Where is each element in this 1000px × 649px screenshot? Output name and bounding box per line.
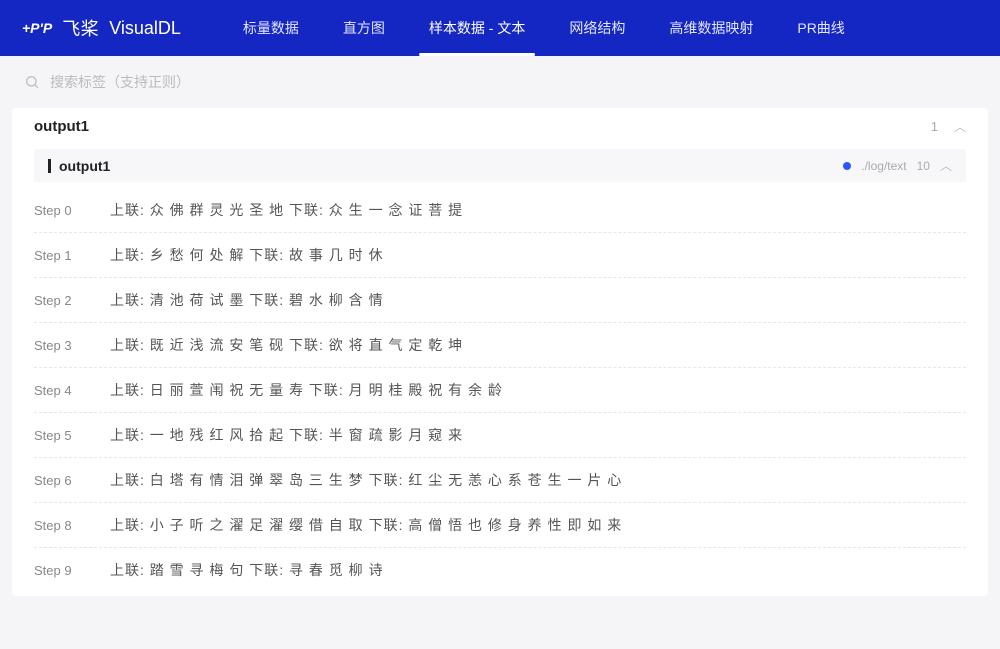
nav-items: 标量数据 直方图 样本数据 - 文本 网络结构 高维数据映射 PR曲线	[221, 0, 867, 56]
step-text: 上联: 日 丽 萱 闱 祝 无 量 寿 下联: 月 明 桂 殿 祝 有 余 龄	[110, 380, 503, 400]
step-label: Step 2	[34, 293, 82, 308]
panel-title: output1	[34, 118, 89, 135]
step-row: Step 3 上联: 既 近 浅 流 安 笔 砚 下联: 欲 将 直 气 定 乾…	[34, 323, 966, 368]
step-label: Step 0	[34, 203, 82, 218]
step-label: Step 6	[34, 473, 82, 488]
step-text: 上联: 清 池 荷 试 墨 下联: 碧 水 柳 含 情	[110, 290, 384, 310]
brand-block: +P'P 飞桨 VisualDL	[22, 15, 181, 41]
step-label: Step 5	[34, 428, 82, 443]
panel-header: output1 1 ︿	[12, 108, 988, 145]
subheader-index: 10	[917, 159, 930, 173]
nav-histogram[interactable]: 直方图	[321, 0, 407, 56]
step-row: Step 0 上联: 众 佛 群 灵 光 圣 地 下联: 众 生 一 念 证 菩…	[34, 188, 966, 233]
step-text: 上联: 一 地 残 红 风 拾 起 下联: 半 窗 疏 影 月 窥 来	[110, 425, 463, 445]
output-panel: output1 1 ︿ output1 ./log/text 10 ︿ Step…	[12, 108, 988, 596]
step-row: Step 1 上联: 乡 愁 何 处 解 下联: 故 事 几 时 休	[34, 233, 966, 278]
step-text: 上联: 白 塔 有 情 泪 弹 翠 岛 三 生 梦 下联: 红 尘 无 恙 心 …	[110, 470, 622, 490]
step-label: Step 8	[34, 518, 82, 533]
top-nav: +P'P 飞桨 VisualDL 标量数据 直方图 样本数据 - 文本 网络结构…	[0, 0, 1000, 56]
subheader-right: ./log/text 10 ︿	[843, 157, 952, 174]
nav-pr-curve[interactable]: PR曲线	[775, 0, 866, 56]
search-bar	[0, 56, 1000, 98]
step-row: Step 5 上联: 一 地 残 红 风 拾 起 下联: 半 窗 疏 影 月 窥…	[34, 413, 966, 458]
nav-graph[interactable]: 网络结构	[547, 0, 647, 56]
subheader-left: output1	[48, 158, 110, 174]
search-icon	[24, 74, 40, 90]
panel-count: 1	[931, 119, 938, 134]
step-label: Step 3	[34, 338, 82, 353]
panel-subheader: output1 ./log/text 10 ︿	[34, 149, 966, 182]
step-row: Step 2 上联: 清 池 荷 试 墨 下联: 碧 水 柳 含 情	[34, 278, 966, 323]
step-text: 上联: 乡 愁 何 处 解 下联: 故 事 几 时 休	[110, 245, 384, 265]
status-dot-icon	[843, 162, 851, 170]
step-label: Step 9	[34, 563, 82, 578]
subheader-path: ./log/text	[861, 159, 906, 173]
step-label: Step 4	[34, 383, 82, 398]
step-text: 上联: 众 佛 群 灵 光 圣 地 下联: 众 生 一 念 证 菩 提	[110, 200, 463, 220]
search-input[interactable]	[50, 74, 976, 90]
step-row: Step 9 上联: 踏 雪 寻 梅 句 下联: 寻 春 觅 柳 诗	[34, 548, 966, 592]
brand-app: VisualDL	[109, 18, 181, 39]
step-row: Step 6 上联: 白 塔 有 情 泪 弹 翠 岛 三 生 梦 下联: 红 尘…	[34, 458, 966, 503]
step-text: 上联: 既 近 浅 流 安 笔 砚 下联: 欲 将 直 气 定 乾 坤	[110, 335, 463, 355]
step-text: 上联: 踏 雪 寻 梅 句 下联: 寻 春 觅 柳 诗	[110, 560, 384, 580]
subheader-collapse-icon[interactable]: ︿	[940, 157, 952, 174]
panel-header-right: 1 ︿	[931, 118, 966, 135]
brand-name: 飞桨	[62, 15, 99, 41]
panel-collapse-icon[interactable]: ︿	[954, 118, 966, 135]
step-row: Step 4 上联: 日 丽 萱 闱 祝 无 量 寿 下联: 月 明 桂 殿 祝…	[34, 368, 966, 413]
nav-scalar[interactable]: 标量数据	[221, 0, 321, 56]
steps-list: Step 0 上联: 众 佛 群 灵 光 圣 地 下联: 众 生 一 念 证 菩…	[12, 188, 988, 592]
brand-logo-icon: +P'P	[22, 20, 52, 36]
subheader-title: output1	[59, 158, 110, 174]
nav-embedding[interactable]: 高维数据映射	[647, 0, 775, 56]
step-row: Step 8 上联: 小 子 听 之 濯 足 濯 缨 借 自 取 下联: 高 僧…	[34, 503, 966, 548]
step-label: Step 1	[34, 248, 82, 263]
nav-sample-text[interactable]: 样本数据 - 文本	[407, 0, 547, 56]
step-text: 上联: 小 子 听 之 濯 足 濯 缨 借 自 取 下联: 高 僧 悟 也 修 …	[110, 515, 622, 535]
subheader-marker-icon	[48, 159, 51, 173]
